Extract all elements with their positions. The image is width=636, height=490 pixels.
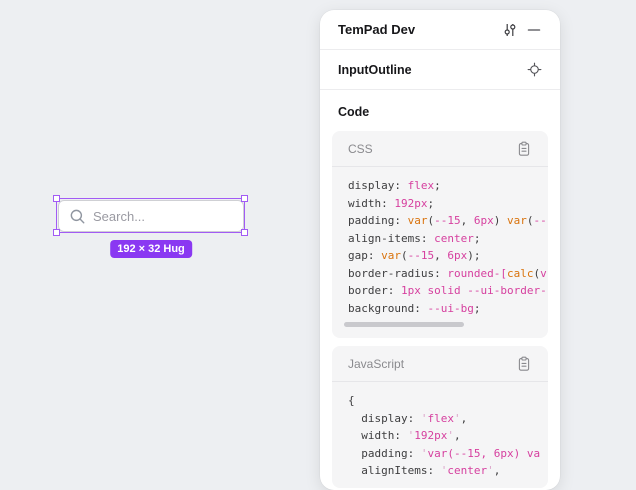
magnifier-icon: [69, 208, 86, 225]
code-block-js: JavaScript { display: 'flex', width: '19…: [332, 346, 548, 488]
code-line: alignItems: 'center',: [348, 462, 548, 480]
target-icon[interactable]: [522, 58, 546, 82]
panel-title: TemPad Dev: [338, 22, 498, 37]
sliders-icon[interactable]: [498, 18, 522, 42]
code-block-css: CSS display: flex;width: 192px;padding: …: [332, 131, 548, 338]
code-section: Code CSS display: flex;width: 192px;padd…: [320, 105, 560, 488]
search-placeholder-text: Search...: [93, 209, 145, 224]
code-line: border-radius: rounded-[calc(v: [348, 265, 548, 283]
clipboard-copy-icon[interactable]: [512, 137, 536, 161]
search-input-frame[interactable]: Search...: [58, 200, 244, 232]
code-line: {: [348, 392, 548, 410]
horizontal-scrollbar[interactable]: [344, 322, 464, 327]
panel-header: TemPad Dev: [320, 10, 560, 50]
code-line: display: 'flex',: [348, 410, 548, 428]
code-line: border: 1px solid --ui-border-: [348, 282, 548, 300]
minimize-icon[interactable]: [522, 18, 546, 42]
code-block-label-js: JavaScript: [348, 357, 512, 371]
design-canvas[interactable]: Search... 192 × 32 Hug TemPad Dev: [0, 0, 636, 472]
code-blocks-container: CSS display: flex;width: 192px;padding: …: [332, 131, 548, 488]
code-line: padding: 'var(--15, 6px) va: [348, 445, 548, 463]
component-name: InputOutline: [338, 63, 522, 77]
code-line: width: '192px',: [348, 427, 548, 445]
clipboard-copy-icon[interactable]: [512, 352, 536, 376]
code-line: background: --ui-bg;: [348, 300, 548, 318]
code-block-header: CSS: [332, 131, 548, 167]
code-line: align-items: center;: [348, 230, 548, 248]
code-block-header: JavaScript: [332, 346, 548, 382]
component-row[interactable]: InputOutline: [320, 50, 560, 90]
code-line: gap: var(--15, 6px);: [348, 247, 548, 265]
code-line: padding: var(--15, 6px) var(--: [348, 212, 548, 230]
code-block-label-css: CSS: [348, 142, 512, 156]
tempad-dev-panel: TemPad Dev InputOutline: [320, 10, 560, 490]
code-line: width: 192px;: [348, 195, 548, 213]
code-block-body[interactable]: display: flex;width: 192px;padding: var(…: [332, 167, 548, 338]
code-section-label: Code: [338, 105, 548, 119]
size-badge: 192 × 32 Hug: [110, 240, 192, 258]
code-line: display: flex;: [348, 177, 548, 195]
